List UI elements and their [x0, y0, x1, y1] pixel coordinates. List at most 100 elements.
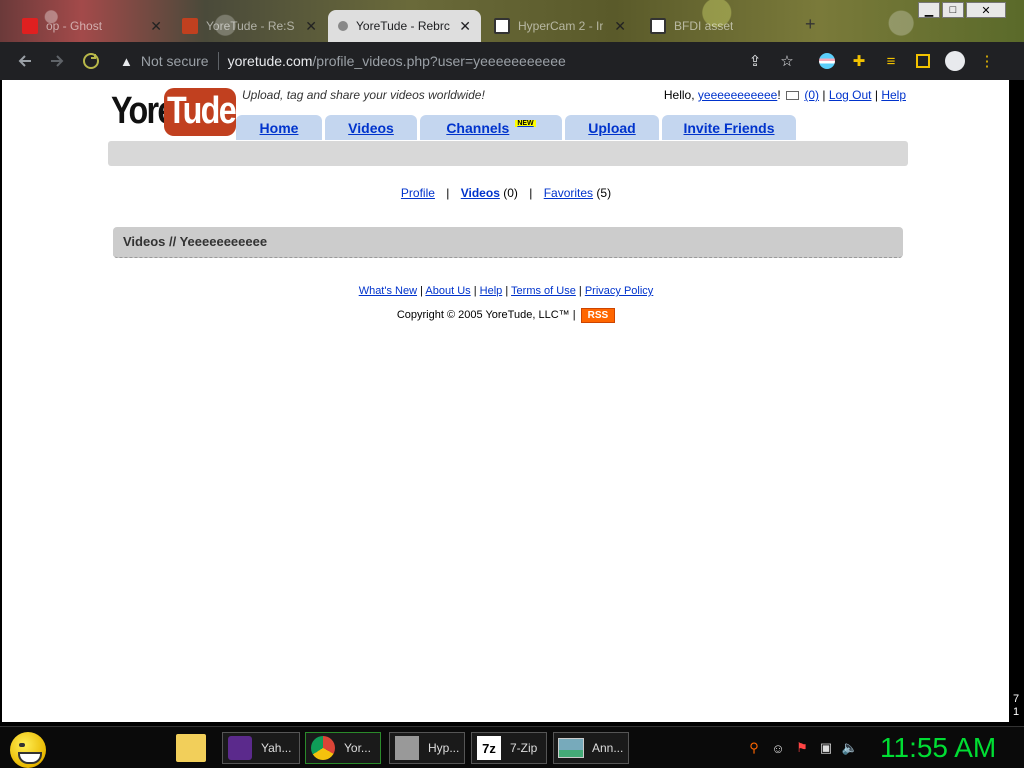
tab-title: YoreTude - Re:S — [206, 19, 295, 33]
tab-channels[interactable]: Channels NEW — [420, 115, 562, 140]
yahoo-messenger-icon — [225, 734, 255, 762]
scroll-indicator: 7 1 — [1010, 693, 1022, 719]
tab-home[interactable]: Home — [236, 115, 322, 140]
browser-tab[interactable]: BFDI asset — [640, 10, 790, 42]
close-tab-icon[interactable]: ✕ — [453, 18, 471, 35]
footer-whats-new-link[interactable]: What's New — [359, 285, 417, 297]
close-tab-icon[interactable]: ✕ — [608, 18, 626, 35]
footer-about-link[interactable]: About Us — [425, 285, 470, 297]
maximize-button[interactable]: □ — [942, 2, 964, 18]
url-path: /profile_videos.php?user=yeeeeeeeeeee — [312, 53, 566, 69]
footer-help-link[interactable]: Help — [480, 285, 503, 297]
side-panel-icon[interactable] — [910, 48, 936, 74]
profile-flag-icon[interactable] — [814, 48, 840, 74]
picture-viewer-icon — [556, 734, 586, 762]
volume-tray-icon[interactable]: 🔈 — [841, 739, 859, 757]
copyright-text: Copyright © 2005 YoreTude, LLC™ | — [396, 309, 576, 321]
browser-tab-active[interactable]: YoreTude - Rebrc ✕ — [328, 10, 481, 42]
scroll-mark-bottom: 1 — [1012, 706, 1020, 718]
nav-sub-bar — [108, 141, 908, 166]
tab-label: Channels — [446, 119, 510, 136]
loading-favicon-icon — [338, 21, 348, 31]
taskbar-item-yahoo[interactable]: Yah... — [222, 732, 300, 764]
username-link[interactable]: yeeeeeeeeeee — [698, 88, 777, 102]
new-badge: NEW — [515, 120, 536, 127]
tab-title: op - Ghost — [46, 19, 103, 33]
back-arrow-icon[interactable] — [10, 46, 40, 76]
search-magnifier-icon[interactable]: ⚲ — [745, 739, 763, 757]
main-nav-tabs: Home Videos Channels NEW Upload Invite Fr… — [236, 115, 799, 140]
browser-tab[interactable]: op - Ghost ✕ — [12, 10, 172, 42]
minimize-button[interactable]: ▁ — [918, 2, 940, 18]
tab-title: BFDI asset — [674, 19, 734, 33]
logo-tude: Tude — [167, 90, 237, 132]
logout-link[interactable]: Log Out — [829, 88, 872, 102]
yoretude-favicon-icon — [182, 18, 198, 34]
taskbar-item-label: Yah... — [261, 741, 292, 755]
warning-triangle-icon[interactable]: ▲ — [120, 54, 133, 69]
footer-privacy-link[interactable]: Privacy Policy — [585, 285, 653, 297]
address-bar[interactable]: ▲ Not secure yoretude.com/profile_videos… — [110, 47, 805, 75]
reload-icon[interactable] — [76, 46, 106, 76]
taskbar-item-label: Hyp... — [428, 741, 460, 755]
hello-label: Hello, — [663, 88, 695, 102]
start-smiley-icon[interactable] — [10, 732, 46, 768]
copyright-line: Copyright © 2005 YoreTude, LLC™ | RSS — [106, 308, 906, 323]
archive-favicon-icon — [650, 18, 666, 34]
security-label[interactable]: Not secure — [141, 53, 209, 69]
chrome-icon — [308, 734, 338, 762]
taskbar-item-hypercam[interactable]: Hyp... — [389, 732, 465, 764]
rss-button[interactable]: RSS — [580, 308, 616, 323]
favorites-count: (5) — [596, 186, 612, 200]
menu-kebab-icon[interactable]: ⋮ — [974, 48, 1000, 74]
tab-invite-friends[interactable]: Invite Friends — [662, 115, 796, 140]
videos-link[interactable]: Videos — [461, 186, 500, 200]
mail-envelope-icon[interactable] — [786, 91, 799, 100]
reading-list-icon[interactable]: ≡ — [878, 48, 904, 74]
videos-heading: Videos // Yeeeeeeeeeee — [123, 234, 268, 249]
divider — [217, 52, 219, 70]
url-host: yoretude.com — [227, 53, 313, 69]
browser-tab[interactable]: HyperCam 2 - Ir ✕ — [484, 10, 636, 42]
tab-title: HyperCam 2 - Ir — [518, 19, 604, 33]
taskbar-clock[interactable]: 11:55 AM — [880, 732, 996, 764]
emoji-tray-icon[interactable]: ☺ — [769, 739, 787, 757]
tab-label: Invite Friends — [683, 119, 775, 136]
browser-tab-strip: op - Ghost ✕ YoreTude - Re:S ✕ YoreTude … — [0, 0, 1024, 42]
mail-count-link[interactable]: (0) — [804, 88, 819, 102]
taskbar-item-image-viewer[interactable]: Ann... — [553, 732, 629, 764]
flag-tray-icon[interactable]: ⚑ — [793, 739, 811, 757]
exclaim: ! — [777, 88, 781, 102]
close-tab-icon[interactable]: ✕ — [299, 18, 317, 35]
tab-upload[interactable]: Upload — [565, 115, 659, 140]
tab-label: Home — [259, 119, 299, 136]
tab-label: Videos — [348, 119, 394, 136]
taskbar-item-chrome[interactable]: Yor... — [305, 732, 381, 764]
tab-title: YoreTude - Rebrc — [356, 19, 450, 33]
taskbar-item-label: Ann... — [592, 741, 624, 755]
extensions-puzzle-icon[interactable]: ✚ — [846, 48, 872, 74]
network-tray-icon[interactable]: ▣ — [817, 739, 835, 757]
browser-tab[interactable]: YoreTude - Re:S ✕ — [172, 10, 327, 42]
new-tab-button[interactable]: + — [805, 14, 816, 35]
help-link[interactable]: Help — [881, 88, 906, 102]
tab-videos[interactable]: Videos — [325, 115, 417, 140]
favorites-link[interactable]: Favorites — [544, 186, 593, 200]
forward-arrow-icon[interactable] — [42, 46, 72, 76]
yoretude-logo[interactable]: Yore Tude — [111, 88, 237, 138]
scroll-mark-top: 7 — [1012, 693, 1020, 705]
tab-label: Upload — [588, 119, 636, 136]
taskbar-item-7zip[interactable]: 7z 7-Zip — [471, 732, 547, 764]
profile-avatar-icon[interactable] — [942, 48, 968, 74]
share-icon[interactable]: ⇪ — [742, 48, 768, 74]
hypercam-icon — [392, 734, 422, 762]
7zip-icon: 7z — [474, 734, 504, 762]
bookmark-star-icon[interactable]: ☆ — [774, 48, 800, 74]
footer-terms-link[interactable]: Terms of Use — [511, 285, 576, 297]
profile-link[interactable]: Profile — [401, 186, 435, 200]
videos-count: (0) — [503, 186, 518, 200]
close-tab-icon[interactable]: ✕ — [144, 18, 162, 35]
folder-icon[interactable] — [176, 734, 206, 762]
close-window-button[interactable]: ✕ — [966, 2, 1006, 18]
page-viewport: Yore Tude Upload, tag and share your vid… — [2, 80, 1009, 722]
